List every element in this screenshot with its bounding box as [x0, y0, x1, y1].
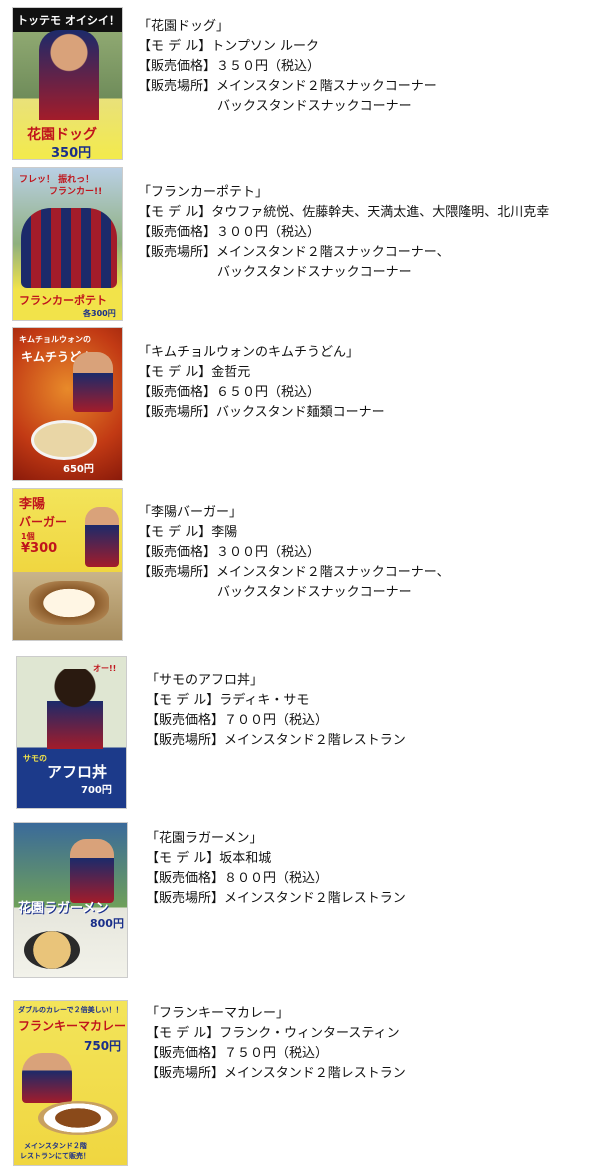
- price-value: ７００円（税込）: [224, 713, 329, 728]
- poster-title: アフロ丼: [47, 763, 108, 781]
- udon-bowl: [31, 420, 97, 460]
- model-value: 坂本和城: [219, 851, 272, 866]
- item-name: 「李陽バーガー」: [138, 505, 243, 520]
- poster-price: 各300円: [83, 309, 116, 318]
- place-label: 【販売場所】: [146, 891, 225, 906]
- poster-image: キムチョルウォンの キムチうどん 650円: [12, 327, 123, 481]
- item-name: 「フランカーポテト」: [138, 185, 269, 200]
- ramen-bowl: [24, 931, 80, 969]
- item-name: 「花園ドッグ」: [138, 19, 230, 34]
- poster-image: オー!! サモの アフロ丼 700円: [16, 656, 127, 809]
- poster-headline: キムチョルウォンの: [19, 335, 91, 344]
- place-value-2: バックスタンドスナックコーナー: [217, 99, 412, 114]
- place-label: 【販売場所】: [146, 733, 225, 748]
- item-name: 「サモのアフロ丼」: [146, 673, 264, 688]
- price-label: 【販売価格】: [138, 59, 217, 74]
- model-value: 金哲元: [211, 365, 251, 380]
- item-name: 「花園ラガーメン」: [146, 831, 263, 846]
- price-label: 【販売価格】: [146, 871, 225, 886]
- poster-price: 650円: [63, 464, 94, 475]
- place-value: メインスタンド２階レストラン: [224, 733, 406, 748]
- model-value: ラディキ・サモ: [219, 693, 310, 708]
- poster-title: フランカーポテト: [19, 294, 107, 307]
- poster-note-1: メインスタンド２階: [24, 1142, 87, 1150]
- place-label: 【販売場所】: [138, 565, 217, 580]
- poster-subtitle: サモの: [23, 754, 47, 763]
- model-value: タウファ統悦、佐藤幹夫、天満太進、大隈隆明、北川克幸: [211, 205, 550, 220]
- price-value: ３００円（税込）: [216, 225, 321, 240]
- place-value: メインスタンド２階スナックコーナー、: [216, 565, 450, 580]
- poster-headline: 李陽: [19, 497, 46, 512]
- place-label: 【販売場所】: [138, 245, 217, 260]
- model-label: 【モ デ ル】: [138, 205, 212, 220]
- poster-title: 花園ドッグ: [27, 127, 97, 143]
- player-photo: [39, 30, 99, 120]
- poster-price: 700円: [81, 785, 112, 796]
- item-info: 「サモのアフロ丼」 【モ デ ル】ラディキ・サモ 【販売価格】７００円（税込） …: [146, 671, 406, 751]
- model-value: フランク・ウィンタースティン: [219, 1026, 400, 1041]
- poster-image: ダブルのカレーで２倍美しい！！ フランキーマカレー 750円 メインスタンド２階…: [13, 1000, 128, 1166]
- place-value-2: バックスタンドスナックコーナー: [217, 265, 412, 280]
- place-label: 【販売場所】: [138, 405, 217, 420]
- item-info: 「花園ドッグ」 【モ デ ル】トンプソン ルーク 【販売価格】３５０円（税込） …: [138, 17, 437, 117]
- poster-image: 李陽 バーガー 1個 ¥300: [12, 488, 123, 641]
- price-value: ６５０円（税込）: [216, 385, 321, 400]
- poster-image: フレッ！ 振れっ！ フランカー!! フランカーポテト 各300円: [12, 167, 123, 321]
- model-label: 【モ デ ル】: [138, 365, 212, 380]
- poster-title: 花園ラガーメン: [18, 901, 109, 916]
- player-photo: [70, 839, 114, 903]
- players-photo: [21, 208, 117, 288]
- poster-headline: ダブルのカレーで２倍美しい！！: [18, 1006, 123, 1014]
- model-value: トンプソン ルーク: [211, 39, 320, 54]
- item-name: 「フランキーマカレー」: [146, 1006, 290, 1021]
- item-name: 「キムチョルウォンのキムチうどん」: [138, 345, 360, 360]
- burger-photo: [29, 581, 109, 625]
- price-label: 【販売価格】: [138, 225, 217, 240]
- poster-note-2: レストランにて販売！: [20, 1152, 90, 1160]
- item-info: 「花園ラガーメン」 【モ デ ル】坂本和城 【販売価格】８００円（税込） 【販売…: [146, 829, 406, 909]
- place-value: メインスタンド２階レストラン: [224, 891, 406, 906]
- place-label: 【販売場所】: [138, 79, 217, 94]
- place-value: メインスタンド２階レストラン: [224, 1066, 406, 1081]
- place-value-2: バックスタンドスナックコーナー: [217, 585, 412, 600]
- place-value: メインスタンド２階スナックコーナー: [216, 79, 437, 94]
- price-value: ３５０円（税込）: [216, 59, 321, 74]
- place-label: 【販売場所】: [146, 1066, 225, 1081]
- price-value: ７５０円（税込）: [224, 1046, 329, 1061]
- player-photo: [22, 1053, 72, 1103]
- player-photo: [47, 669, 103, 749]
- player-photo: [85, 507, 119, 567]
- model-value: 李陽: [211, 525, 238, 540]
- model-label: 【モ デ ル】: [146, 1026, 220, 1041]
- price-label: 【販売価格】: [138, 385, 217, 400]
- poster-price: 350円: [51, 146, 92, 160]
- poster-subhead: フランカー!!: [49, 187, 103, 197]
- model-label: 【モ デ ル】: [146, 693, 220, 708]
- curry-plate: [38, 1101, 118, 1135]
- item-info: 「フランカーポテト」 【モ デ ル】タウファ統悦、佐藤幹夫、天満太進、大隈隆明、…: [138, 183, 549, 283]
- poster-price: ¥300: [21, 541, 58, 556]
- player-photo: [73, 352, 113, 412]
- model-label: 【モ デ ル】: [138, 525, 212, 540]
- poster-headline: トッテモ オイシイ！: [17, 14, 120, 27]
- item-info: 「キムチョルウォンのキムチうどん」 【モ デ ル】金哲元 【販売価格】６５０円（…: [138, 343, 385, 423]
- poster-price: 750円: [84, 1039, 122, 1053]
- price-value: ８００円（税込）: [224, 871, 329, 886]
- poster-title: バーガー: [19, 515, 68, 529]
- item-info: 「李陽バーガー」 【モ デ ル】李陽 【販売価格】３００円（税込） 【販売場所】…: [138, 503, 450, 603]
- poster-image: 花園ラガーメン 800円: [13, 822, 128, 978]
- place-value: バックスタンド麺類コーナー: [216, 405, 385, 420]
- price-label: 【販売価格】: [146, 1046, 225, 1061]
- price-label: 【販売価格】: [138, 545, 217, 560]
- price-value: ３００円（税込）: [216, 545, 321, 560]
- model-label: 【モ デ ル】: [146, 851, 220, 866]
- place-value: メインスタンド２階スナックコーナー、: [216, 245, 450, 260]
- poster-image: トッテモ オイシイ！ 花園ドッグ 350円: [12, 7, 123, 160]
- model-label: 【モ デ ル】: [138, 39, 212, 54]
- item-info: 「フランキーマカレー」 【モ デ ル】フランク・ウィンタースティン 【販売価格】…: [146, 1004, 406, 1084]
- price-label: 【販売価格】: [146, 713, 225, 728]
- poster-price: 800円: [90, 917, 124, 930]
- poster-title: フランキーマカレー: [18, 1019, 127, 1033]
